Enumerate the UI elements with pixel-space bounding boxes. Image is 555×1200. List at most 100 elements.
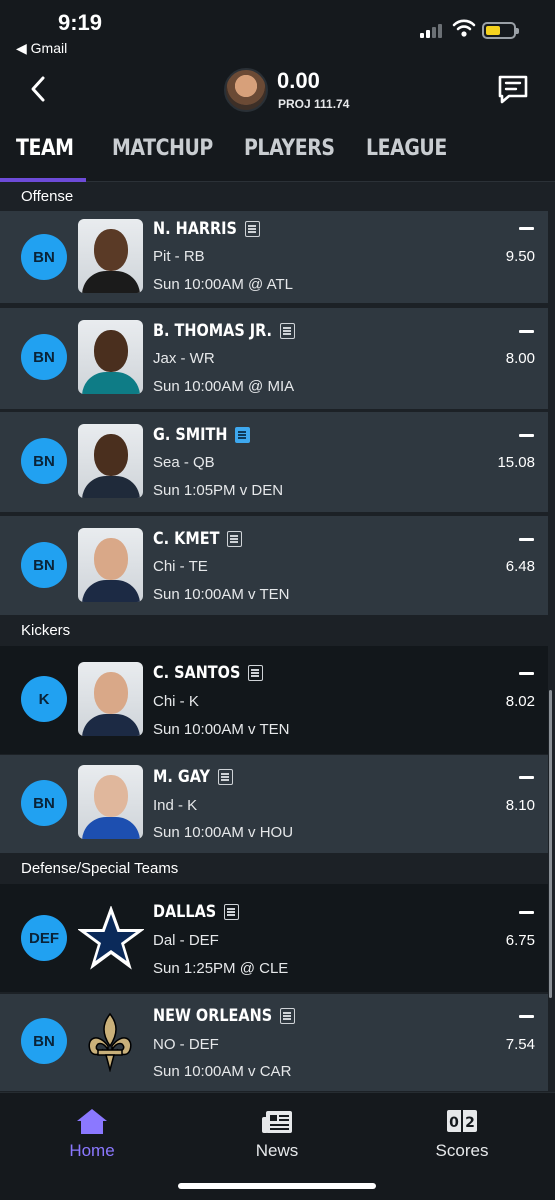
player-note-icon[interactable] [235, 427, 251, 443]
nav-news-label: News [255, 1141, 299, 1160]
slot-badge[interactable]: BN [21, 780, 67, 826]
team-score: 0.00 [277, 68, 320, 93]
player-game-time: Sun 1:25PM @ CLE [153, 960, 289, 977]
player-note-icon[interactable] [280, 1008, 296, 1024]
player-game-time: Sun 10:00AM v HOU [153, 824, 294, 841]
player-row[interactable]: K C. SANTOS Chi - K Sun 10:00AM v TEN 8.… [0, 646, 548, 754]
tab-players[interactable]: PLAYERS [244, 136, 335, 161]
clock: 9:19 [58, 10, 103, 35]
player-name[interactable]: M. GAY [153, 767, 210, 787]
back-chevron-icon[interactable] [24, 74, 54, 104]
player-note-icon[interactable] [248, 665, 264, 681]
player-name[interactable]: B. THOMAS JR. [153, 321, 272, 341]
player-score [519, 330, 534, 333]
team-avatar[interactable] [224, 68, 268, 112]
player-projection: 9.50 [505, 248, 535, 265]
player-projection: 15.08 [497, 454, 535, 471]
slot-badge[interactable]: BN [21, 1018, 67, 1064]
player-photo [78, 662, 143, 736]
player-team-position: Ind - K [153, 797, 198, 814]
player-name[interactable]: G. SMITH [153, 425, 227, 445]
player-row[interactable]: BN B. THOMAS JR. Jax - WR Sun 10:00AM @ … [0, 308, 548, 409]
player-team-position: Sea - QB [153, 454, 215, 471]
player-projection: 8.02 [505, 693, 535, 710]
slot-badge[interactable]: BN [21, 334, 67, 380]
player-note-icon[interactable] [244, 221, 260, 237]
player-projection: 8.00 [505, 350, 535, 367]
player-score [519, 538, 534, 541]
slot-badge[interactable]: K [21, 676, 67, 722]
player-score [519, 672, 534, 675]
svg-text:2: 2 [465, 1115, 475, 1131]
nav-news[interactable]: News [217, 1107, 337, 1161]
saints-fleur-de-lis-logo-icon [88, 1012, 132, 1072]
player-row[interactable]: BN G. SMITH Sea - QB Sun 1:05PM v DEN 15… [0, 412, 548, 512]
player-row[interactable]: BN NEW ORLEANS NO - DEF Sun 10:00AM v CA… [0, 994, 548, 1091]
nav-home[interactable]: Home [32, 1107, 152, 1161]
nav-scores-label: Scores [435, 1141, 489, 1160]
slot-badge[interactable]: DEF [21, 915, 67, 961]
player-projection: 7.54 [505, 1036, 535, 1053]
cowboys-star-logo-icon [78, 906, 144, 970]
player-score [519, 776, 534, 779]
player-projection: 6.75 [505, 932, 535, 949]
player-name[interactable]: DALLAS [153, 902, 216, 922]
player-score [519, 911, 534, 914]
slot-badge[interactable]: BN [21, 542, 67, 588]
player-note-icon[interactable] [218, 769, 234, 785]
player-note-icon[interactable] [227, 531, 243, 547]
tab-team[interactable]: TEAM [16, 136, 74, 161]
slot-badge[interactable]: BN [21, 234, 67, 280]
home-indicator[interactable] [178, 1183, 376, 1189]
player-photo [78, 219, 143, 293]
player-row[interactable]: BN C. KMET Chi - TE Sun 10:00AM v TEN 6.… [0, 516, 548, 615]
player-team-position: Jax - WR [153, 350, 215, 367]
player-name[interactable]: C. KMET [153, 529, 219, 549]
tab-bar: TEAM MATCHUP PLAYERS LEAGUE [0, 122, 555, 182]
player-photo [78, 765, 143, 839]
section-kickers: Kickers [0, 616, 555, 646]
player-name[interactable]: NEW ORLEANS [153, 1006, 272, 1026]
player-photo [78, 320, 143, 394]
player-game-time: Sun 10:00AM @ MIA [153, 378, 295, 395]
player-name[interactable]: C. SANTOS [153, 663, 240, 683]
player-projection: 8.10 [505, 797, 535, 814]
player-photo [78, 528, 143, 602]
home-icon [77, 1109, 107, 1134]
cellular-signal-icon [420, 22, 446, 38]
tab-league[interactable]: LEAGUE [366, 136, 447, 161]
player-score [519, 1015, 534, 1018]
section-offense: Offense [0, 182, 555, 211]
player-team-position: Pit - RB [153, 248, 205, 265]
player-game-time: Sun 10:00AM v TEN [153, 721, 290, 738]
scores-icon: 0 2 [447, 1110, 477, 1132]
news-icon [262, 1111, 292, 1133]
status-bar: 9:19 ◀ Gmail [0, 0, 555, 62]
player-team-position: Dal - DEF [153, 932, 219, 949]
player-note-icon[interactable] [224, 904, 240, 920]
svg-text:0: 0 [449, 1115, 459, 1131]
player-note-icon[interactable] [280, 323, 296, 339]
player-name[interactable]: N. HARRIS [153, 219, 237, 239]
player-team-position: NO - DEF [153, 1036, 219, 1053]
player-row[interactable]: BN M. GAY Ind - K Sun 10:00AM v HOU 8.10 [0, 755, 548, 853]
scrollbar[interactable] [549, 690, 552, 998]
player-row[interactable]: BN N. HARRIS Pit - RB Sun 10:00AM @ ATL … [0, 211, 548, 303]
chat-icon[interactable] [496, 72, 530, 106]
player-projection: 6.48 [505, 558, 535, 575]
player-game-time: Sun 10:00AM v TEN [153, 586, 290, 603]
team-projection: PROJ 111.74 [278, 97, 350, 111]
tab-matchup[interactable]: MATCHUP [112, 136, 213, 161]
wifi-icon [452, 19, 476, 37]
player-row[interactable]: DEF DALLAS Dal - DEF Sun 1:25PM @ CLE 6.… [0, 884, 548, 992]
player-photo [78, 424, 143, 498]
nav-scores[interactable]: 0 2 Scores [402, 1107, 522, 1161]
player-game-time: Sun 10:00AM @ ATL [153, 276, 294, 293]
player-score [519, 227, 534, 230]
nav-home-label: Home [69, 1141, 115, 1160]
back-to-app-link[interactable]: ◀ Gmail [16, 40, 67, 57]
battery-icon [482, 22, 519, 39]
player-game-time: Sun 1:05PM v DEN [153, 482, 284, 499]
slot-badge[interactable]: BN [21, 438, 67, 484]
section-defense: Defense/Special Teams [0, 853, 555, 884]
